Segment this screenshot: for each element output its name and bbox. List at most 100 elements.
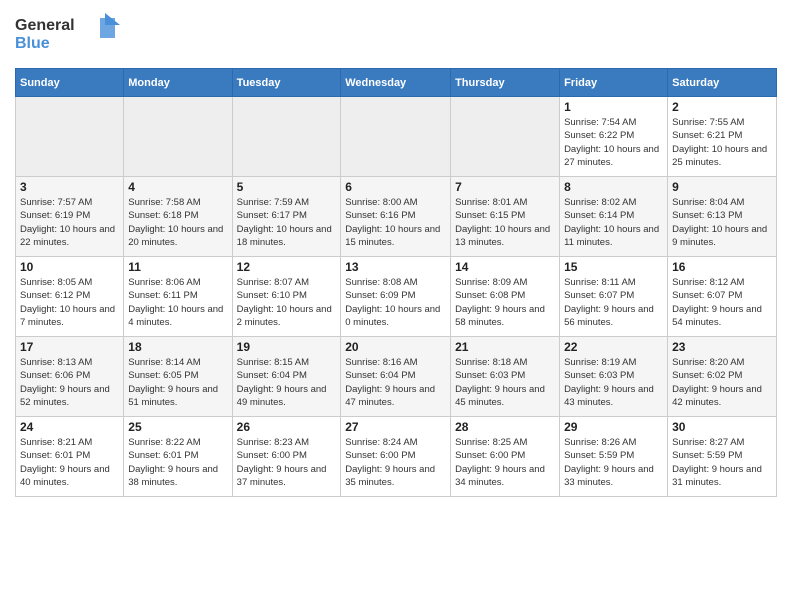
day-number: 8 <box>564 180 663 194</box>
weekday-header-friday: Friday <box>560 69 668 97</box>
day-info: Sunrise: 8:21 AMSunset: 6:01 PMDaylight:… <box>20 436 119 489</box>
day-number: 20 <box>345 340 446 354</box>
day-cell <box>16 97 124 177</box>
day-info: Sunrise: 8:07 AMSunset: 6:10 PMDaylight:… <box>237 276 337 329</box>
day-cell: 7Sunrise: 8:01 AMSunset: 6:15 PMDaylight… <box>451 177 560 257</box>
day-number: 19 <box>237 340 337 354</box>
day-info: Sunrise: 8:27 AMSunset: 5:59 PMDaylight:… <box>672 436 772 489</box>
day-info: Sunrise: 7:54 AMSunset: 6:22 PMDaylight:… <box>564 116 663 169</box>
day-info: Sunrise: 8:05 AMSunset: 6:12 PMDaylight:… <box>20 276 119 329</box>
day-cell: 4Sunrise: 7:58 AMSunset: 6:18 PMDaylight… <box>124 177 232 257</box>
day-cell: 20 Sunrise: 8:16 AMSunset: 6:04 PMDayligh… <box>341 337 451 417</box>
week-row-2: 3 Sunrise: 7:57 AMSunset: 6:19 PMDaylight… <box>16 177 777 257</box>
day-info: Sunrise: 8:02 AMSunset: 6:14 PMDaylight:… <box>564 196 663 249</box>
day-number: 14 <box>455 260 555 274</box>
weekday-header-row: SundayMondayTuesdayWednesdayThursdayFrid… <box>16 69 777 97</box>
day-cell: 29Sunrise: 8:26 AMSunset: 5:59 PMDayligh… <box>560 417 668 497</box>
day-info: Sunrise: 8:20 AMSunset: 6:02 PMDaylight:… <box>672 356 772 409</box>
day-cell: 3 Sunrise: 7:57 AMSunset: 6:19 PMDaylight… <box>16 177 124 257</box>
header: General Blue <box>15 10 777 60</box>
day-number: 6 <box>345 180 446 194</box>
day-cell: 24 Sunrise: 8:21 AMSunset: 6:01 PMDayligh… <box>16 417 124 497</box>
day-number: 21 <box>455 340 555 354</box>
calendar: SundayMondayTuesdayWednesdayThursdayFrid… <box>15 68 777 497</box>
week-row-4: 17Sunrise: 8:13 AMSunset: 6:06 PMDayligh… <box>16 337 777 417</box>
day-cell: 22 Sunrise: 8:19 AMSunset: 6:03 PMDayligh… <box>560 337 668 417</box>
day-number: 22 <box>564 340 663 354</box>
weekday-header-thursday: Thursday <box>451 69 560 97</box>
week-row-3: 10 Sunrise: 8:05 AMSunset: 6:12 PMDayligh… <box>16 257 777 337</box>
day-number: 28 <box>455 420 555 434</box>
day-cell: 28 Sunrise: 8:25 AMSunset: 6:00 PMDayligh… <box>451 417 560 497</box>
day-cell: 12Sunrise: 8:07 AMSunset: 6:10 PMDayligh… <box>232 257 341 337</box>
day-info: Sunrise: 8:12 AMSunset: 6:07 PMDaylight:… <box>672 276 772 329</box>
svg-text:Blue: Blue <box>15 35 50 52</box>
day-number: 23 <box>672 340 772 354</box>
page-container: General Blue SundayMondayTuesdayWednesda… <box>0 0 792 507</box>
day-cell: 1 Sunrise: 7:54 AMSunset: 6:22 PMDaylight… <box>560 97 668 177</box>
day-info: Sunrise: 7:57 AMSunset: 6:19 PMDaylight:… <box>20 196 119 249</box>
day-info: Sunrise: 8:06 AMSunset: 6:11 PMDaylight:… <box>128 276 227 329</box>
day-cell <box>124 97 232 177</box>
week-row-1: 1 Sunrise: 7:54 AMSunset: 6:22 PMDaylight… <box>16 97 777 177</box>
day-info: Sunrise: 8:25 AMSunset: 6:00 PMDaylight:… <box>455 436 555 489</box>
day-number: 10 <box>20 260 119 274</box>
day-info: Sunrise: 8:01 AMSunset: 6:15 PMDaylight:… <box>455 196 555 249</box>
day-info: Sunrise: 8:24 AMSunset: 6:00 PMDaylight:… <box>345 436 446 489</box>
day-cell: 8 Sunrise: 8:02 AMSunset: 6:14 PMDaylight… <box>560 177 668 257</box>
day-number: 15 <box>564 260 663 274</box>
weekday-header-sunday: Sunday <box>16 69 124 97</box>
day-cell: 27 Sunrise: 8:24 AMSunset: 6:00 PMDayligh… <box>341 417 451 497</box>
day-info: Sunrise: 8:16 AMSunset: 6:04 PMDaylight:… <box>345 356 446 409</box>
day-cell <box>341 97 451 177</box>
day-number: 27 <box>345 420 446 434</box>
day-info: Sunrise: 8:04 AMSunset: 6:13 PMDaylight:… <box>672 196 772 249</box>
day-info: Sunrise: 8:22 AMSunset: 6:01 PMDaylight:… <box>128 436 227 489</box>
day-info: Sunrise: 8:18 AMSunset: 6:03 PMDaylight:… <box>455 356 555 409</box>
day-number: 16 <box>672 260 772 274</box>
day-cell: 26 Sunrise: 8:23 AMSunset: 6:00 PMDayligh… <box>232 417 341 497</box>
day-number: 24 <box>20 420 119 434</box>
day-number: 17 <box>20 340 119 354</box>
day-cell: 2 Sunrise: 7:55 AMSunset: 6:21 PMDaylight… <box>668 97 777 177</box>
day-info: Sunrise: 7:59 AMSunset: 6:17 PMDaylight:… <box>237 196 337 249</box>
day-number: 11 <box>128 260 227 274</box>
weekday-header-tuesday: Tuesday <box>232 69 341 97</box>
day-number: 3 <box>20 180 119 194</box>
day-cell <box>232 97 341 177</box>
day-number: 1 <box>564 100 663 114</box>
day-number: 4 <box>128 180 227 194</box>
day-info: Sunrise: 8:14 AMSunset: 6:05 PMDaylight:… <box>128 356 227 409</box>
day-cell: 25Sunrise: 8:22 AMSunset: 6:01 PMDayligh… <box>124 417 232 497</box>
day-info: Sunrise: 8:00 AMSunset: 6:16 PMDaylight:… <box>345 196 446 249</box>
weekday-header-saturday: Saturday <box>668 69 777 97</box>
day-info: Sunrise: 8:19 AMSunset: 6:03 PMDaylight:… <box>564 356 663 409</box>
day-number: 29 <box>564 420 663 434</box>
day-number: 13 <box>345 260 446 274</box>
day-cell: 6 Sunrise: 8:00 AMSunset: 6:16 PMDaylight… <box>341 177 451 257</box>
day-cell: 14 Sunrise: 8:09 AMSunset: 6:08 PMDayligh… <box>451 257 560 337</box>
day-number: 5 <box>237 180 337 194</box>
day-info: Sunrise: 8:11 AMSunset: 6:07 PMDaylight:… <box>564 276 663 329</box>
day-cell: 15 Sunrise: 8:11 AMSunset: 6:07 PMDayligh… <box>560 257 668 337</box>
day-cell: 18Sunrise: 8:14 AMSunset: 6:05 PMDayligh… <box>124 337 232 417</box>
day-info: Sunrise: 8:09 AMSunset: 6:08 PMDaylight:… <box>455 276 555 329</box>
svg-text:General: General <box>15 17 75 34</box>
logo: General Blue <box>15 10 125 60</box>
day-cell: 19 Sunrise: 8:15 AMSunset: 6:04 PMDayligh… <box>232 337 341 417</box>
day-cell: 30 Sunrise: 8:27 AMSunset: 5:59 PMDayligh… <box>668 417 777 497</box>
day-cell: 10 Sunrise: 8:05 AMSunset: 6:12 PMDayligh… <box>16 257 124 337</box>
day-info: Sunrise: 8:15 AMSunset: 6:04 PMDaylight:… <box>237 356 337 409</box>
day-number: 30 <box>672 420 772 434</box>
day-cell: 11 Sunrise: 8:06 AMSunset: 6:11 PMDayligh… <box>124 257 232 337</box>
day-number: 2 <box>672 100 772 114</box>
day-cell: 9Sunrise: 8:04 AMSunset: 6:13 PMDaylight… <box>668 177 777 257</box>
day-info: Sunrise: 7:55 AMSunset: 6:21 PMDaylight:… <box>672 116 772 169</box>
day-cell <box>451 97 560 177</box>
day-cell: 17Sunrise: 8:13 AMSunset: 6:06 PMDayligh… <box>16 337 124 417</box>
day-info: Sunrise: 8:23 AMSunset: 6:00 PMDaylight:… <box>237 436 337 489</box>
day-cell: 21 Sunrise: 8:18 AMSunset: 6:03 PMDayligh… <box>451 337 560 417</box>
logo-text: General Blue <box>15 10 125 60</box>
weekday-header-monday: Monday <box>124 69 232 97</box>
day-number: 26 <box>237 420 337 434</box>
